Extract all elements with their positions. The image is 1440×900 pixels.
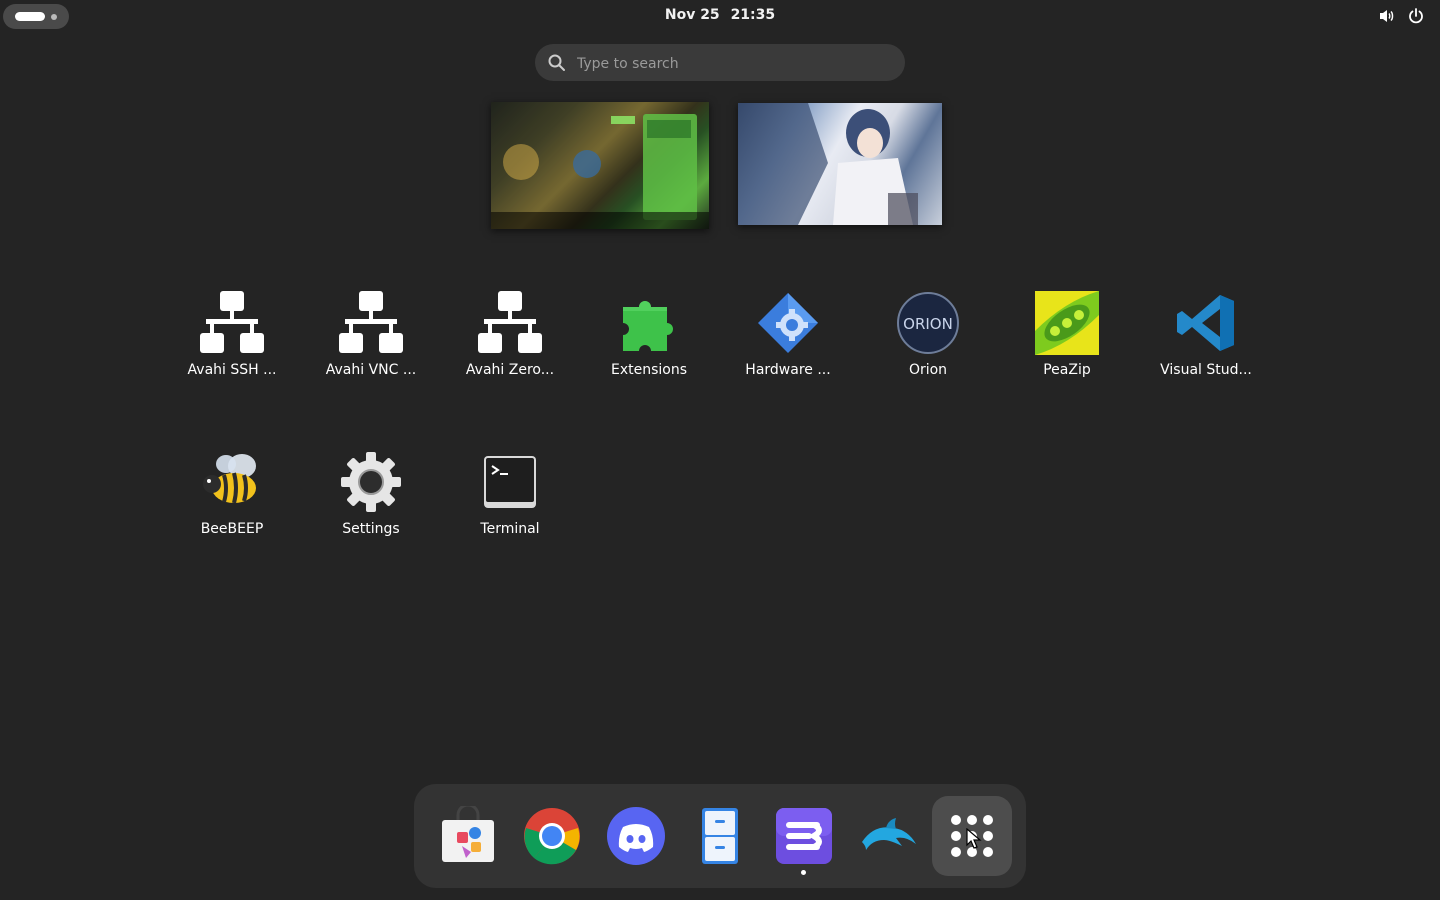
dock-item-discord[interactable] — [596, 796, 676, 876]
dock-item-dolphin[interactable] — [848, 796, 928, 876]
search-icon — [548, 54, 565, 71]
workspace-thumbnail-1[interactable] — [491, 102, 709, 229]
terminal-icon — [484, 456, 536, 508]
app-orion[interactable]: ORION Orion — [868, 291, 988, 401]
show-apps-button[interactable] — [932, 796, 1012, 876]
app-label: Hardware ... — [745, 362, 831, 378]
app-extensions[interactable]: Extensions — [589, 291, 709, 401]
app-label: Visual Stud... — [1160, 362, 1252, 378]
store-bag-icon — [442, 806, 494, 862]
app-peazip[interactable]: PeaZip — [1007, 291, 1127, 401]
orion-icon: ORION — [897, 292, 959, 354]
network-icon — [200, 291, 264, 353]
text-editor-icon — [776, 808, 832, 864]
app-avahi-ssh[interactable]: Avahi SSH ... — [172, 291, 292, 401]
app-label: PeaZip — [1043, 362, 1091, 378]
mouse-cursor-icon — [966, 828, 982, 849]
workspace-thumbnail-2[interactable] — [738, 103, 942, 225]
app-label: Avahi VNC ... — [325, 362, 417, 378]
app-vscode[interactable]: Visual Stud... — [1146, 291, 1266, 401]
running-indicator — [801, 870, 806, 875]
app-label: Avahi Zero... — [465, 362, 555, 378]
app-label: Settings — [342, 521, 400, 537]
dock — [414, 784, 1026, 888]
file-cabinet-icon — [702, 808, 738, 864]
clock[interactable]: Nov 25 21:35 — [0, 7, 1440, 23]
network-icon — [339, 291, 403, 353]
workspace-2-preview — [738, 103, 918, 225]
app-label: Terminal — [480, 521, 540, 537]
app-label: Extensions — [610, 362, 688, 378]
dock-item-software-store[interactable] — [428, 796, 508, 876]
app-avahi-zeroconf[interactable]: Avahi Zero... — [450, 291, 570, 401]
workspace-1-preview — [491, 102, 709, 229]
dolphin-icon — [862, 818, 916, 850]
clock-date: Nov 25 — [664, 7, 720, 23]
hardware-gear-icon — [758, 293, 818, 353]
dock-item-files[interactable] — [680, 796, 760, 876]
app-hardware[interactable]: Hardware ... — [728, 291, 848, 401]
svg-text:ORION: ORION — [903, 315, 953, 333]
discord-icon — [607, 807, 665, 865]
search-input[interactable] — [575, 44, 889, 83]
peazip-icon — [1035, 291, 1099, 355]
volume-icon[interactable] — [1378, 7, 1396, 25]
dock-item-text-editor[interactable] — [764, 796, 844, 876]
app-label: BeeBEEP — [200, 521, 264, 537]
bee-icon — [203, 454, 256, 504]
vscode-icon — [1177, 295, 1234, 351]
gear-icon — [341, 452, 401, 512]
app-terminal[interactable]: Terminal — [450, 450, 570, 560]
app-avahi-vnc[interactable]: Avahi VNC ... — [311, 291, 431, 401]
network-icon — [478, 291, 542, 353]
top-bar: Nov 25 21:35 — [0, 0, 1440, 32]
app-label: Avahi SSH ... — [187, 362, 277, 378]
power-icon[interactable] — [1407, 7, 1425, 25]
dock-item-chrome[interactable] — [512, 796, 592, 876]
clock-time: 21:35 — [730, 7, 776, 23]
app-settings[interactable]: Settings — [311, 450, 431, 560]
app-label: Orion — [908, 362, 948, 378]
puzzle-icon — [623, 301, 673, 351]
search-bar[interactable] — [535, 44, 905, 83]
app-beebeep[interactable]: BeeBEEP — [172, 450, 292, 560]
chrome-icon — [524, 808, 580, 865]
